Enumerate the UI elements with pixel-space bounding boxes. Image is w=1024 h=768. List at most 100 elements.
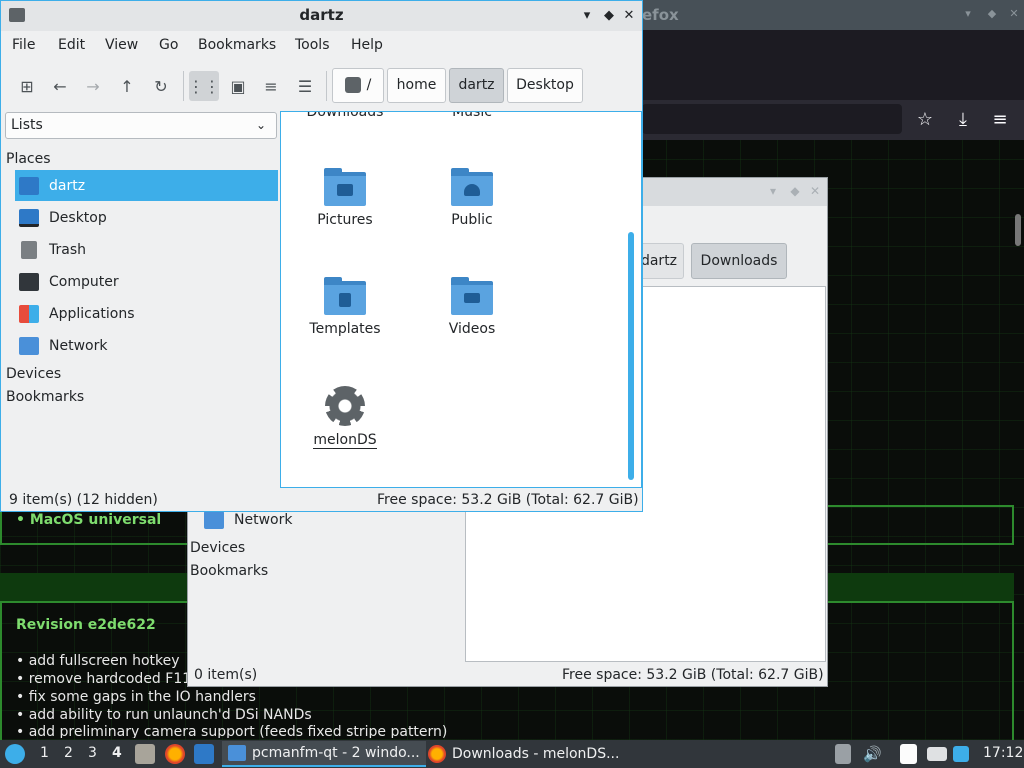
file-item[interactable]: Videos: [417, 277, 527, 337]
sidebar-item-applications[interactable]: Applications: [15, 298, 278, 329]
maximize-icon[interactable]: ◆: [986, 8, 998, 20]
forward-icon[interactable]: →: [78, 71, 108, 101]
toolbar-separator: [183, 71, 184, 101]
task-button[interactable]: Downloads - melonDS...: [422, 741, 625, 767]
file-manager-launcher-icon[interactable]: [135, 744, 155, 764]
maximize-icon[interactable]: ◆: [788, 184, 802, 198]
file-item[interactable]: melonDS: [290, 386, 400, 449]
menu-icon[interactable]: ≡: [988, 108, 1012, 132]
menu-go[interactable]: Go: [159, 37, 178, 53]
minimize-icon[interactable]: ▾: [962, 8, 974, 20]
breadcrumb-label: /: [366, 77, 372, 93]
display-icon[interactable]: [927, 747, 947, 761]
sidebar-item-trash[interactable]: Trash: [15, 234, 278, 265]
file-label: melonDS: [313, 432, 377, 449]
computer-icon: [19, 272, 39, 291]
page-scrollbar[interactable]: [1015, 214, 1021, 246]
sidebar-item-label: dartz: [49, 177, 86, 194]
close-icon[interactable]: ✕: [1008, 8, 1020, 20]
compact-view-icon[interactable]: ≡: [256, 71, 286, 101]
icon-view-icon[interactable]: ⋮⋮: [188, 71, 220, 101]
desktop-switch-3[interactable]: 3: [88, 745, 97, 761]
menu-tools[interactable]: Tools: [295, 37, 330, 53]
sidebar-item-dartz[interactable]: dartz: [15, 170, 278, 201]
desktop-switch-2[interactable]: 2: [64, 745, 73, 761]
breadcrumb-home[interactable]: home: [387, 68, 446, 103]
back-icon[interactable]: ←: [45, 71, 75, 101]
bookmarks-heading: Bookmarks: [6, 389, 85, 405]
menu-view[interactable]: View: [105, 37, 138, 53]
view-scrollbar[interactable]: [628, 232, 634, 480]
detail-view-icon[interactable]: ☰: [290, 71, 320, 101]
menu-file[interactable]: File: [12, 37, 35, 53]
toolbar-separator: [326, 71, 327, 101]
firefox-tabbar: [640, 30, 1024, 100]
pictures-folder-icon: [324, 168, 366, 206]
clipboard-icon[interactable]: [835, 744, 851, 764]
bookmarks-heading: Bookmarks: [190, 563, 269, 579]
places-heading: Places: [6, 151, 51, 167]
desktop-switch-1[interactable]: 1: [40, 745, 49, 761]
sidebar-item-computer[interactable]: Computer: [15, 266, 278, 297]
side-pane-mode-select[interactable]: Lists: [5, 112, 277, 139]
volume-icon[interactable]: 🔊: [863, 745, 882, 763]
status-text: 9 item(s) (12 hidden): [9, 492, 158, 508]
file-item[interactable]: Downloads: [290, 112, 400, 120]
menu-bookmarks[interactable]: Bookmarks: [198, 37, 276, 53]
devices-heading: Devices: [190, 540, 246, 556]
status-text: 0 item(s): [194, 667, 258, 683]
folder-icon: [228, 745, 246, 761]
maximize-icon[interactable]: ◆: [601, 8, 617, 24]
reload-icon[interactable]: ↻: [146, 71, 176, 101]
thumbnail-view-icon[interactable]: ▣: [223, 71, 253, 101]
file-item[interactable]: Music: [417, 112, 527, 120]
change-item: • remove hardcoded F11-c: [16, 671, 204, 687]
sidebar-item-label: Desktop: [49, 209, 107, 226]
release-item: • MacOS universal: [16, 512, 162, 528]
file-view[interactable]: Downloads Music Pictures Public Template…: [280, 111, 642, 488]
file-label: Videos: [448, 321, 496, 337]
change-item: • add preliminary camera support (feeds …: [16, 724, 448, 738]
menu-help[interactable]: Help: [351, 37, 383, 53]
notification-icon[interactable]: [953, 746, 969, 762]
task-label: pcmanfm-qt - 2 windo...: [252, 745, 420, 761]
window-title: dartz: [299, 6, 344, 24]
clock[interactable]: 17:12: [983, 745, 1023, 761]
breadcrumb-dartz[interactable]: dartz: [449, 68, 504, 103]
download-icon[interactable]: ⤓: [951, 108, 975, 132]
network-icon: [204, 511, 224, 529]
desktop-switch-4[interactable]: 4: [112, 745, 122, 761]
file-item[interactable]: Pictures: [290, 168, 400, 228]
close-icon[interactable]: ✕: [808, 184, 822, 198]
new-tab-icon[interactable]: ⊞: [12, 71, 42, 101]
task-label: Downloads - melonDS...: [452, 746, 620, 762]
chevron-down-icon: ⌄: [256, 118, 267, 132]
templates-folder-icon: [324, 277, 366, 315]
breadcrumb-downloads[interactable]: Downloads: [691, 243, 787, 279]
notes-icon[interactable]: [900, 744, 917, 764]
minimize-icon[interactable]: ▾: [766, 184, 780, 198]
sidebar-item-label: Computer: [49, 273, 119, 290]
breadcrumb-desktop[interactable]: Desktop: [507, 68, 583, 103]
firefox-title: efox: [642, 6, 679, 24]
sidebar-item-network[interactable]: Network: [15, 330, 278, 361]
sidebar-item-network[interactable]: Network: [204, 511, 292, 529]
minimize-icon[interactable]: ▾: [579, 8, 595, 24]
desktop-launcher-icon[interactable]: [194, 744, 214, 764]
close-icon[interactable]: ✕: [621, 8, 637, 24]
file-item[interactable]: Templates: [290, 277, 400, 337]
sidebar-item-desktop[interactable]: Desktop: [15, 202, 278, 233]
task-button[interactable]: pcmanfm-qt - 2 windo...: [222, 741, 426, 767]
bookmark-star-icon[interactable]: ☆: [913, 108, 937, 132]
free-space-text: Free space: 53.2 GiB (Total: 62.7 GiB): [377, 492, 639, 508]
url-bar[interactable]: [642, 104, 902, 134]
firefox-launcher-icon[interactable]: [165, 744, 185, 764]
breadcrumb-root[interactable]: /: [332, 68, 384, 103]
file-item[interactable]: Public: [417, 168, 527, 228]
applications-icon: [19, 304, 39, 323]
up-icon[interactable]: ↑: [112, 71, 142, 101]
change-item: • add ability to run unlaunch'd DSi NAND…: [16, 707, 312, 723]
start-menu-icon[interactable]: [5, 744, 25, 764]
menu-edit[interactable]: Edit: [58, 37, 85, 53]
home-folder-icon: [19, 176, 39, 195]
